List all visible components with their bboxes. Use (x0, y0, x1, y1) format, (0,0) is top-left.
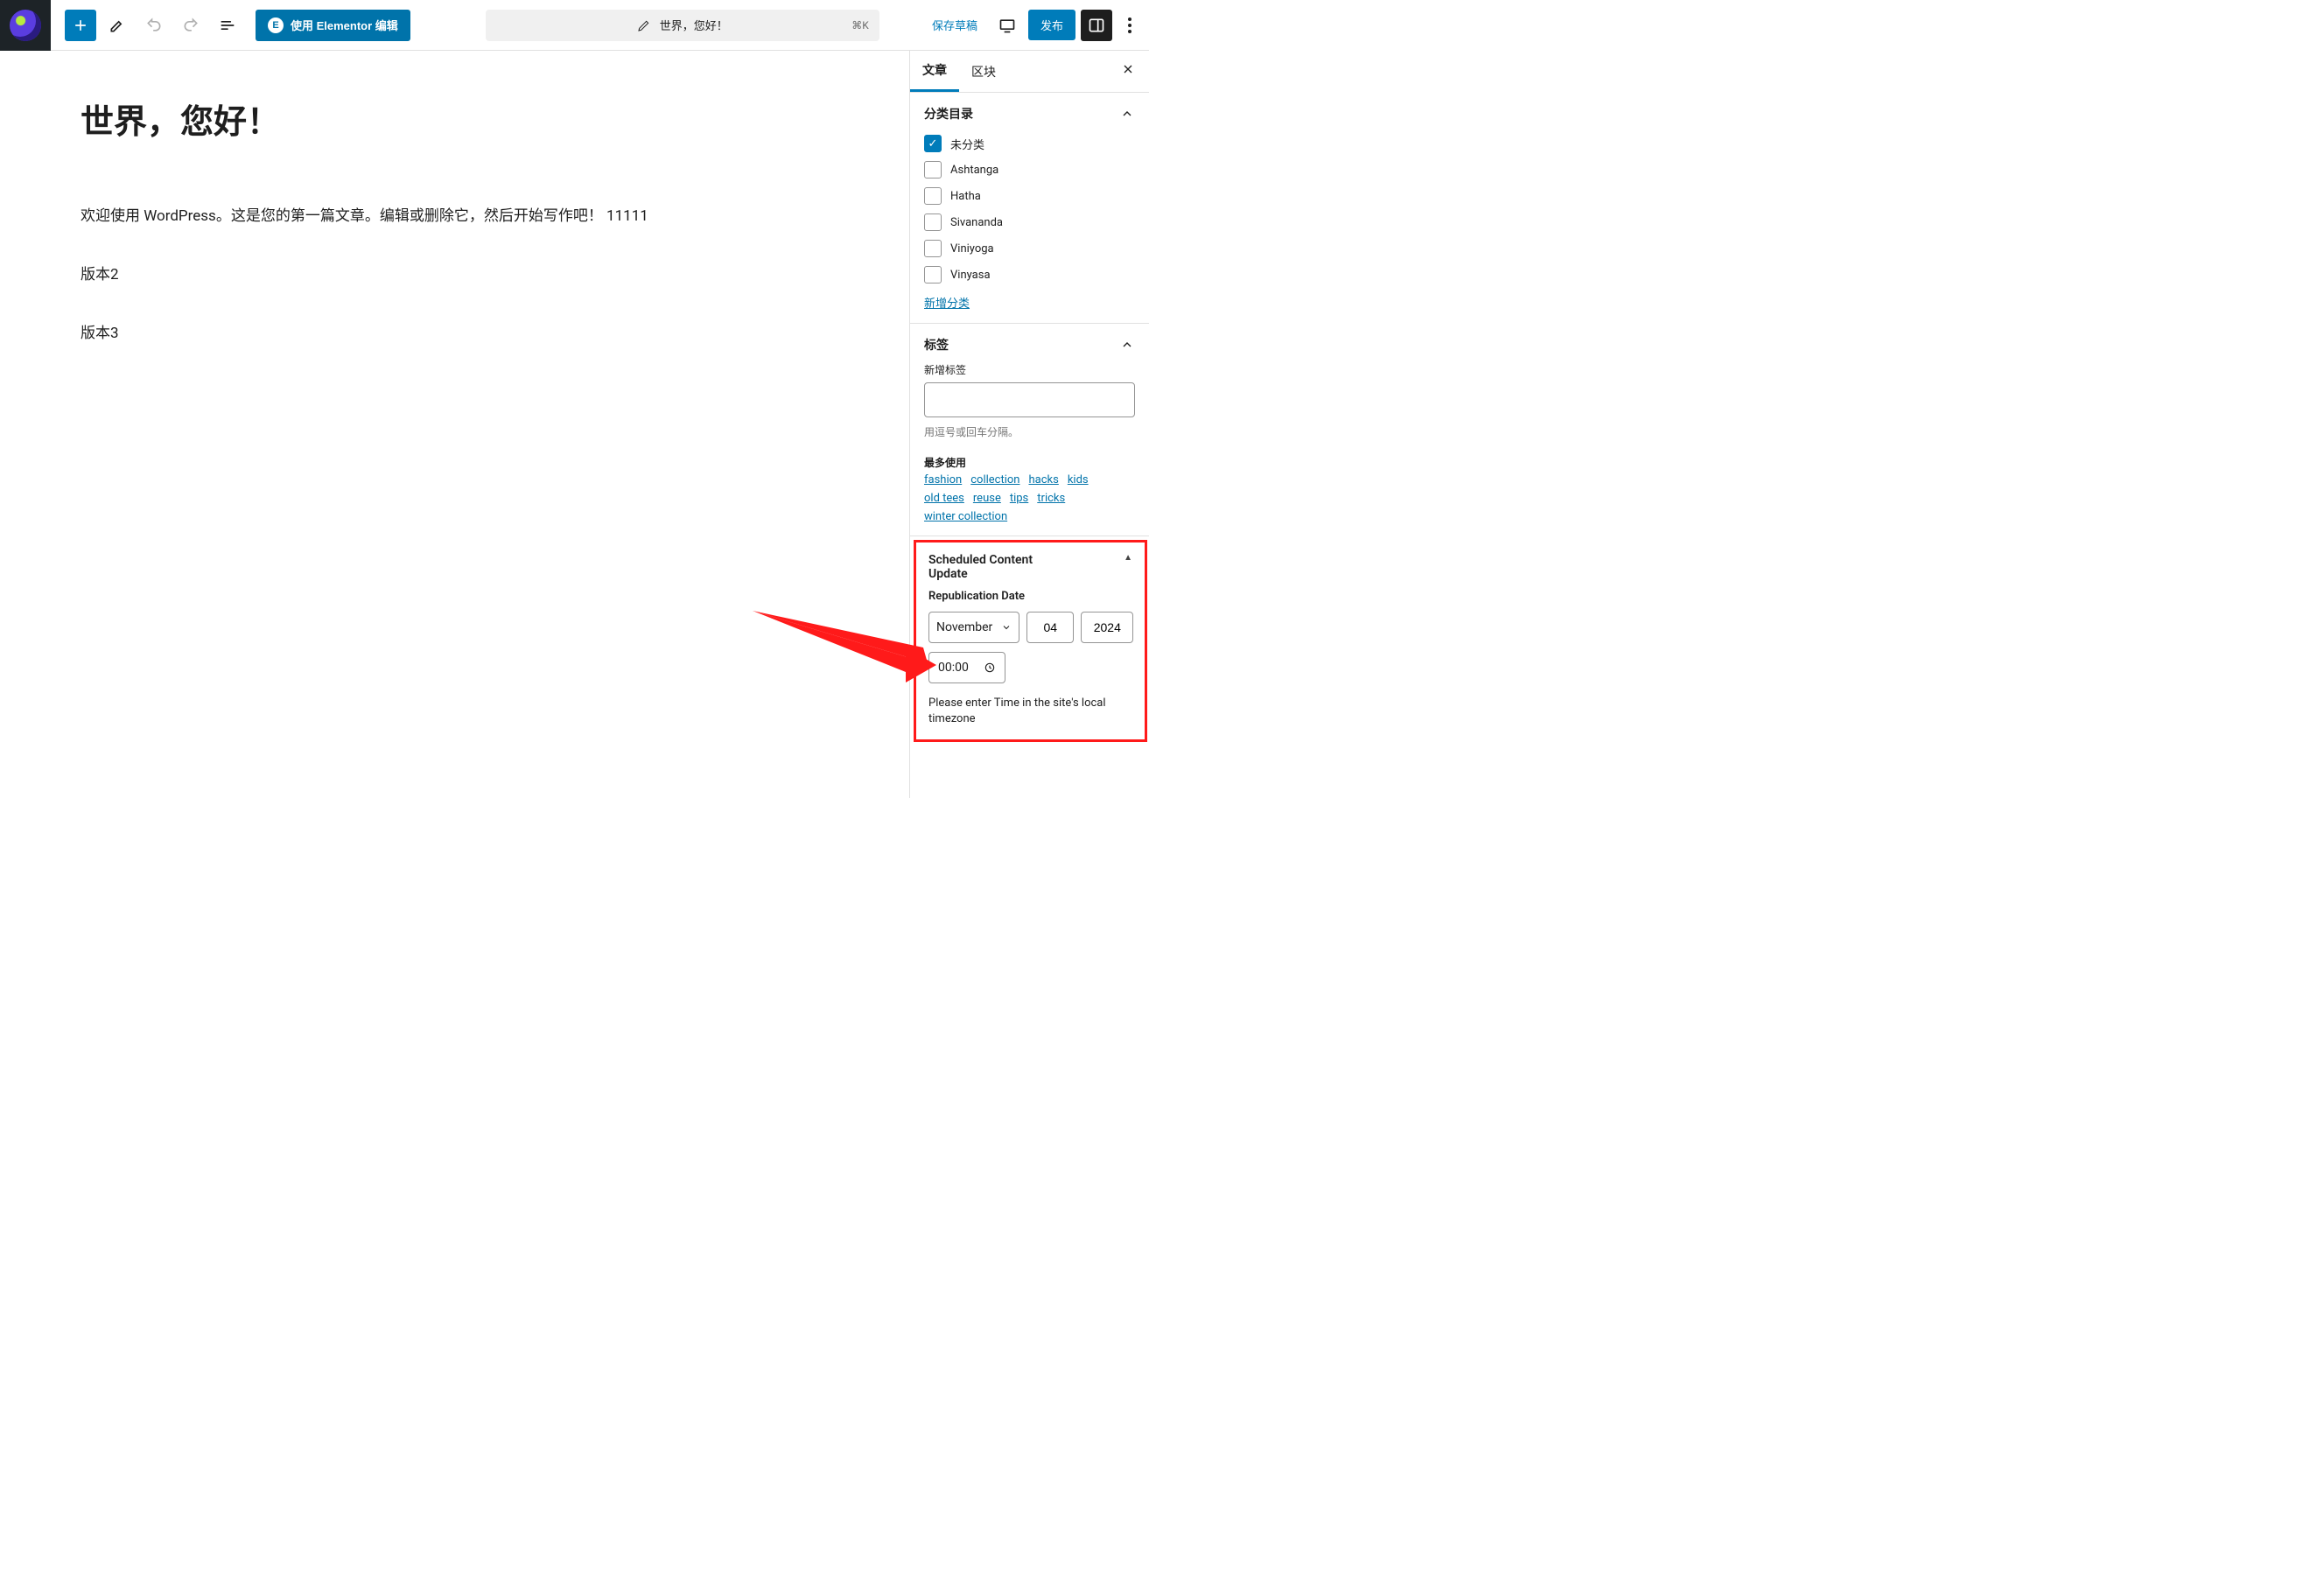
save-draft-button[interactable]: 保存草稿 (923, 10, 986, 40)
checkbox[interactable] (924, 214, 942, 231)
elementor-label: 使用 Elementor 编辑 (291, 17, 398, 33)
close-sidebar-button[interactable] (1114, 58, 1142, 86)
time-input[interactable]: 00:00 (928, 652, 1005, 683)
category-label: Sivananda (950, 216, 1003, 229)
category-label: 未分类 (950, 136, 984, 152)
month-select[interactable]: November (928, 612, 1019, 643)
add-block-button[interactable] (65, 10, 96, 41)
category-item[interactable]: Vinyasa (924, 266, 1135, 284)
category-label: Vinyasa (950, 269, 991, 282)
checkbox[interactable] (924, 240, 942, 257)
tab-post[interactable]: 文章 (910, 51, 959, 92)
list-icon (219, 17, 236, 34)
tag-link[interactable]: collection (970, 473, 1019, 486)
tag-link[interactable]: reuse (973, 492, 1001, 505)
elementor-icon: E (268, 18, 284, 33)
category-label: Hatha (950, 190, 981, 203)
categories-heading: 分类目录 (924, 105, 973, 122)
clock-icon (984, 662, 996, 674)
tag-cloud: fashioncollectionhackskidsold teesreuset… (924, 473, 1135, 523)
scheduled-content-update-panel: Scheduled Content Update ▲ Republication… (914, 540, 1147, 742)
most-used-heading: 最多使用 (924, 455, 1135, 470)
elementor-edit-button[interactable]: E 使用 Elementor 编辑 (256, 10, 410, 41)
checkbox[interactable] (924, 161, 942, 178)
chevron-down-icon (1001, 622, 1012, 633)
categories-toggle[interactable]: 分类目录 (924, 105, 1135, 122)
month-value: November (936, 620, 992, 634)
outline-button[interactable] (212, 10, 243, 41)
more-options-button[interactable] (1117, 10, 1142, 41)
logo-icon (10, 10, 41, 41)
category-item[interactable]: Viniyoga (924, 240, 1135, 257)
tags-toggle[interactable]: 标签 (924, 336, 1135, 354)
category-item[interactable]: Hatha (924, 187, 1135, 205)
add-category-link[interactable]: 新增分类 (924, 294, 970, 311)
checkbox[interactable]: ✓ (924, 135, 942, 152)
year-input[interactable] (1081, 612, 1133, 643)
redo-button[interactable] (175, 10, 207, 41)
post-paragraph[interactable]: 版本2 (81, 263, 676, 287)
tag-link[interactable]: winter collection (924, 510, 1007, 523)
shortcut-hint: ⌘K (851, 19, 869, 32)
editor-canvas[interactable]: 世界，您好！ 欢迎使用 WordPress。这是您的第一篇文章。编辑或删除它，然… (0, 51, 909, 798)
publish-button[interactable]: 发布 (1028, 10, 1075, 40)
tag-link[interactable]: hacks (1028, 473, 1058, 486)
tag-hint: 用逗号或回车分隔。 (924, 424, 1135, 439)
checkbox[interactable] (924, 266, 942, 284)
site-logo[interactable] (0, 0, 51, 51)
close-icon (1121, 62, 1135, 76)
checkbox[interactable] (924, 187, 942, 205)
tag-link[interactable]: tricks (1037, 492, 1065, 505)
tag-link[interactable]: kids (1068, 473, 1089, 486)
settings-sidebar: 文章 区块 分类目录 ✓ 未分类 Ashtanga Hatha Sivananda Vin… (909, 51, 1149, 798)
post-title[interactable]: 世界，您好！ (81, 103, 676, 144)
redo-icon (182, 17, 200, 34)
sidebar-tabs: 文章 区块 (910, 51, 1149, 93)
sidebar-icon (1088, 17, 1105, 34)
pen-icon (637, 18, 651, 32)
new-tag-label: 新增标签 (924, 362, 1135, 377)
preview-button[interactable] (991, 10, 1023, 41)
timezone-note: Please enter Time in the site's local ti… (928, 696, 1132, 727)
tag-input[interactable] (924, 382, 1135, 417)
tag-link[interactable]: fashion (924, 473, 962, 486)
scheduled-heading: Scheduled Content Update (928, 553, 1060, 581)
republication-date-label: Republication Date (928, 590, 1132, 603)
top-toolbar: E 使用 Elementor 编辑 世界，您好！ ⌘K 保存草稿 发布 (0, 0, 1149, 51)
tag-link[interactable]: tips (1010, 492, 1028, 505)
plus-icon (72, 17, 89, 34)
sidebar-toggle-button[interactable] (1081, 10, 1112, 41)
chevron-up-icon (1119, 106, 1135, 122)
title-bar-text: 世界，您好！ (660, 17, 728, 33)
title-command-bar[interactable]: 世界，您好！ ⌘K (486, 10, 879, 41)
tags-panel: 标签 新增标签 用逗号或回车分隔。 最多使用 fashion collection… (910, 324, 1149, 536)
chevron-up-icon (1119, 337, 1135, 353)
time-value: 00:00 (938, 661, 969, 675)
post-paragraph[interactable]: 版本3 (81, 322, 676, 346)
post-paragraph[interactable]: 欢迎使用 WordPress。这是您的第一篇文章。编辑或删除它，然后开始写作吧！… (81, 205, 676, 228)
undo-button[interactable] (138, 10, 170, 41)
scheduled-toggle[interactable]: Scheduled Content Update ▲ (928, 553, 1132, 581)
undo-icon (145, 17, 163, 34)
category-label: Viniyoga (950, 242, 994, 256)
tags-heading: 标签 (924, 336, 949, 354)
category-item[interactable]: Ashtanga (924, 161, 1135, 178)
tag-link[interactable]: old tees (924, 492, 964, 505)
pencil-icon (109, 17, 126, 34)
desktop-icon (998, 17, 1016, 34)
day-input[interactable] (1026, 612, 1074, 643)
category-item[interactable]: Sivananda (924, 214, 1135, 231)
category-label: Ashtanga (950, 164, 998, 177)
tab-block[interactable]: 区块 (959, 51, 1008, 92)
categories-panel: 分类目录 ✓ 未分类 Ashtanga Hatha Sivananda Viniyoga V… (910, 93, 1149, 324)
triangle-up-icon: ▲ (1124, 553, 1132, 563)
edit-mode-button[interactable] (102, 10, 133, 41)
category-item[interactable]: ✓ 未分类 (924, 135, 1135, 152)
